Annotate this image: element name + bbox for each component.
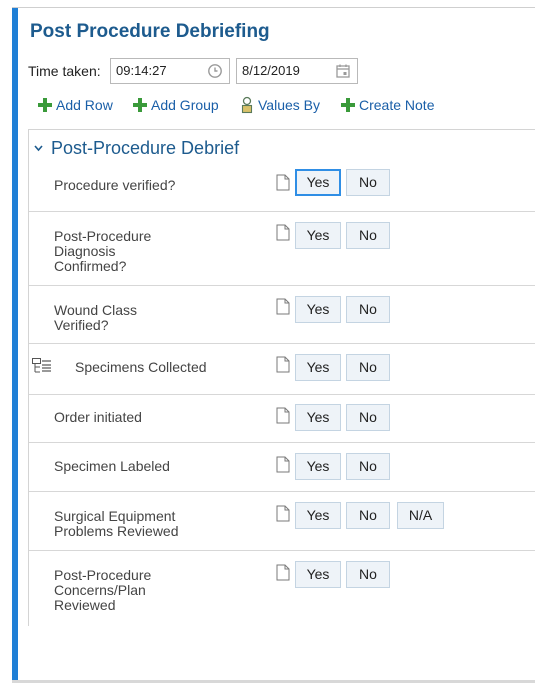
yes-button[interactable]: Yes [295,404,341,431]
clock-icon[interactable] [207,63,223,79]
question-label: Procedure verified? [54,177,176,193]
add-group-label: Add Group [151,97,219,113]
page-title: Post Procedure Debriefing [30,21,270,42]
question-row: Post-Procedure Concerns/Plan Reviewed Ye… [29,551,535,626]
yes-button[interactable]: Yes [295,169,341,196]
question-label: Post-Procedure Concerns/Plan Reviewed [54,567,152,613]
question-row: Procedure verified? Yes No [29,166,535,212]
no-button[interactable]: No [346,404,390,431]
time-taken-label: Time taken: [28,63,101,79]
yes-button[interactable]: Yes [295,561,341,588]
question-label: Post-Procedure Diagnosis Confirmed? [54,228,152,274]
yes-button[interactable]: Yes [295,453,341,480]
date-field[interactable]: 8/12/2019 [236,58,358,84]
question-label: Specimen Labeled [54,458,170,474]
no-button[interactable]: No [346,561,390,588]
plus-icon [133,98,147,112]
section-divider [28,129,535,130]
time-field[interactable]: 09:14:27 [110,58,230,84]
debrief-form-window: Post Procedure Debriefing Time taken: 09… [0,0,535,688]
add-row-label: Add Row [56,97,113,113]
no-button[interactable]: No [346,296,390,323]
no-button[interactable]: No [346,354,390,381]
no-button[interactable]: No [346,453,390,480]
question-label: Surgical Equipment Problems Reviewed [54,508,179,539]
section-header[interactable]: Post-Procedure Debrief [34,138,239,159]
values-by-button[interactable]: Values By [240,95,320,115]
yes-button[interactable]: Yes [295,502,341,529]
bottom-border [12,680,535,683]
question-row: Surgical Equipment Problems Reviewed Yes… [29,492,535,551]
top-border [12,7,535,8]
no-button[interactable]: No [346,222,390,249]
add-row-button[interactable]: Add Row [38,95,113,115]
document-icon[interactable] [276,356,290,373]
chevron-down-icon[interactable] [34,145,43,152]
question-label: Wound Class Verified? [54,302,138,333]
document-icon[interactable] [276,407,290,424]
specimen-list-icon[interactable] [32,358,52,374]
accent-bar [12,8,18,680]
person-icon [241,96,253,114]
question-row: Wound Class Verified? Yes No [29,286,535,344]
question-row: Specimens Collected Yes No [29,344,535,395]
document-icon[interactable] [276,174,290,191]
yes-button[interactable]: Yes [295,222,341,249]
document-icon[interactable] [276,224,290,241]
document-icon[interactable] [276,298,290,315]
plus-icon [38,98,52,112]
document-icon[interactable] [276,564,290,581]
yes-button[interactable]: Yes [295,296,341,323]
question-label: Order initiated [54,409,142,425]
plus-icon [341,98,355,112]
no-button[interactable]: No [346,502,390,529]
document-icon[interactable] [276,456,290,473]
question-row: Specimen Labeled Yes No [29,443,535,492]
values-by-label: Values By [258,97,320,113]
section-title: Post-Procedure Debrief [51,138,240,158]
time-value: 09:14:27 [116,63,167,78]
document-icon[interactable] [276,505,290,522]
no-button[interactable]: No [346,169,390,196]
yes-button[interactable]: Yes [295,354,341,381]
question-row: Post-Procedure Diagnosis Confirmed? Yes … [29,212,535,286]
question-label: Specimens Collected [75,359,207,375]
na-button[interactable]: N/A [397,502,444,529]
question-row: Order initiated Yes No [29,395,535,443]
add-group-button[interactable]: Add Group [133,95,219,115]
calendar-icon[interactable] [335,63,351,79]
create-note-label: Create Note [359,97,435,113]
date-value: 8/12/2019 [242,63,300,78]
create-note-button[interactable]: Create Note [341,95,434,115]
